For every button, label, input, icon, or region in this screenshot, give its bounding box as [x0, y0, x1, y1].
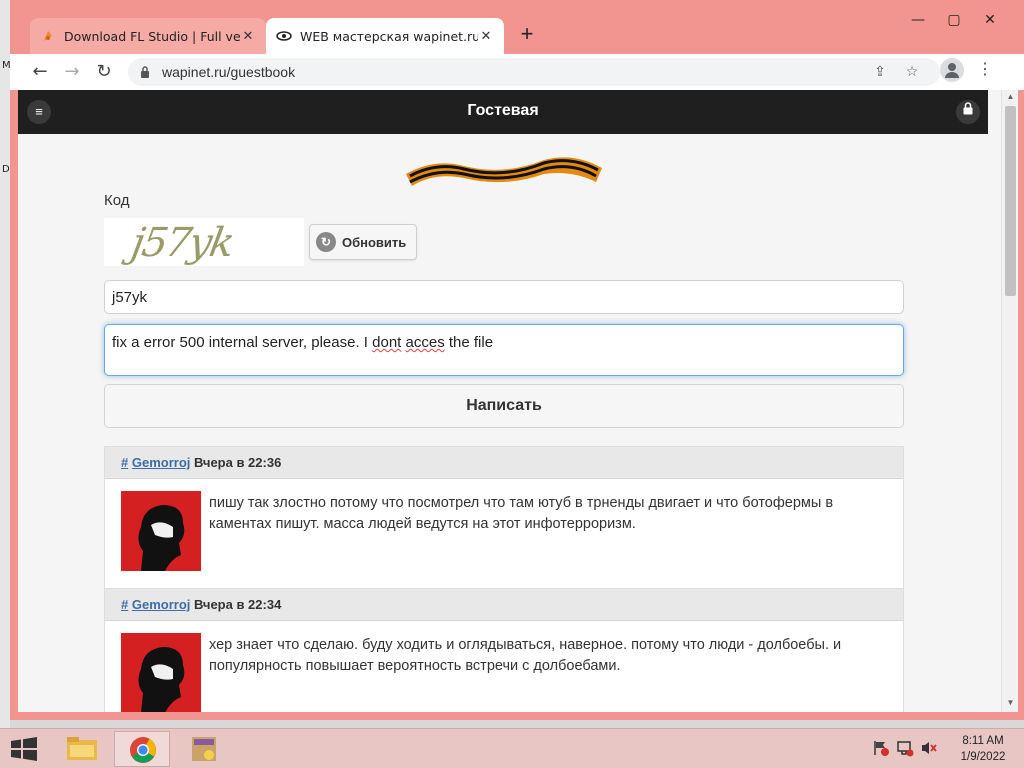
post-header: # Gemorroj Вчера в 22:34: [105, 589, 903, 621]
maximize-button[interactable]: ▢: [942, 8, 966, 32]
clock-time: 8:11 AM: [962, 735, 1004, 747]
captcha-image: j57yk: [104, 218, 304, 266]
desktop-glyph: D: [2, 164, 10, 175]
submit-button[interactable]: Написать: [104, 384, 904, 428]
windows-start-icon[interactable]: [10, 737, 38, 761]
scroll-thumb[interactable]: [1005, 106, 1016, 296]
volume-muted-icon[interactable]: [920, 739, 938, 768]
browser-menu-icon[interactable]: ⋮: [976, 58, 994, 82]
refresh-icon: ↻: [316, 232, 336, 252]
browser-window: Download FL Studio | Full version ✕ WEB …: [10, 0, 1024, 720]
misspelled-word: acces: [405, 334, 445, 351]
taskbar: 8:11 AM 1/9/2022: [0, 728, 1024, 768]
post-body: хер знает что сделаю. буду ходить и огля…: [105, 621, 903, 712]
post-permalink[interactable]: #: [121, 597, 128, 612]
share-icon[interactable]: ⇪: [868, 58, 892, 86]
tab-wapinet[interactable]: WEB мастерская wapinet.ru - Гос ✕: [266, 18, 504, 54]
site-header: ≡ Гостевая: [18, 90, 988, 134]
login-lock-icon[interactable]: [956, 100, 980, 124]
fl-studio-favicon-icon: [40, 28, 56, 44]
archive-app-icon[interactable]: [176, 731, 232, 767]
clock-date: 1/9/2022: [960, 751, 1006, 763]
action-center-flag-icon[interactable]: [872, 739, 890, 768]
st-george-ribbon-icon: [404, 152, 604, 190]
message-text: the file: [444, 334, 494, 351]
browser-toolbar: ← → ↻ wapinet.ru/guestbook ⇪ ☆ ⋮: [10, 54, 1024, 90]
title-bar: Download FL Studio | Full version ✕ WEB …: [10, 0, 1024, 54]
page-title: Гостевая: [467, 102, 539, 119]
file-explorer-icon[interactable]: [54, 731, 110, 767]
tab-fl-studio[interactable]: Download FL Studio | Full version ✕: [30, 18, 266, 54]
post-time: Вчера в 22:36: [194, 455, 282, 470]
address-bar[interactable]: wapinet.ru/guestbook: [128, 58, 940, 86]
post-text: пишу так злостно потому что посмотрел чт…: [209, 495, 834, 532]
page-scrollbar[interactable]: ▲ ▼: [1001, 90, 1018, 712]
message-textarea[interactable]: fix a error 500 internal server, please.…: [104, 324, 904, 376]
post-body: пишу так злостно потому что посмотрел чт…: [105, 479, 903, 589]
scroll-up-icon[interactable]: ▲: [1005, 92, 1016, 102]
post-item: # Gemorroj Вчера в 22:36 пишу так злостн…: [104, 446, 904, 590]
post-author-link[interactable]: Gemorroj: [132, 597, 191, 612]
page-viewport: ≡ Гостевая Код j57yk ↻ Обновить j57yk fi…: [18, 90, 1018, 712]
profile-avatar-icon[interactable]: [940, 58, 964, 82]
refresh-label: Обновить: [342, 234, 407, 250]
message-text: fix a error 500 internal server, please.…: [112, 334, 373, 351]
guestbook-posts: # Gemorroj Вчера в 22:36 пишу так злостн…: [104, 446, 904, 712]
forward-icon[interactable]: →: [58, 58, 86, 86]
post-item: # Gemorroj Вчера в 22:34 хер знает что с…: [104, 588, 904, 712]
network-icon[interactable]: [896, 739, 914, 768]
lock-icon: [140, 66, 152, 78]
post-header: # Gemorroj Вчера в 22:36: [105, 447, 903, 479]
tab-close-icon[interactable]: ✕: [478, 29, 494, 44]
url-text: wapinet.ru/guestbook: [162, 64, 296, 80]
chrome-taskbar-icon[interactable]: [114, 731, 170, 767]
misspelled-word: dont: [372, 334, 402, 351]
tab-close-icon[interactable]: ✕: [240, 29, 256, 44]
post-time: Вчера в 22:34: [194, 597, 282, 612]
user-avatar: [121, 633, 201, 712]
post-permalink[interactable]: #: [121, 455, 128, 470]
bookmark-star-icon[interactable]: ☆: [900, 58, 924, 86]
post-author-link[interactable]: Gemorroj: [132, 455, 191, 470]
captcha-text: j57yk: [127, 220, 237, 266]
close-window-button[interactable]: ✕: [978, 8, 1002, 32]
code-label: Код: [104, 192, 130, 209]
refresh-captcha-button[interactable]: ↻ Обновить: [309, 224, 417, 260]
back-icon[interactable]: ←: [26, 58, 54, 86]
wapinet-favicon-icon: [276, 28, 292, 44]
user-avatar: [121, 491, 201, 571]
tab-title: Download FL Studio | Full version: [64, 28, 240, 44]
system-clock[interactable]: 8:11 AM 1/9/2022: [950, 733, 1016, 765]
tab-title: WEB мастерская wapinet.ru - Гос: [300, 28, 478, 44]
new-tab-button[interactable]: +: [514, 22, 540, 48]
reload-icon[interactable]: ↻: [90, 58, 118, 86]
scroll-down-icon[interactable]: ▼: [1005, 698, 1016, 708]
desktop-edge: M D: [0, 0, 11, 728]
minimize-button[interactable]: —: [906, 8, 930, 32]
code-input[interactable]: j57yk: [104, 280, 904, 314]
post-text: хер знает что сделаю. буду ходить и огля…: [209, 637, 842, 674]
